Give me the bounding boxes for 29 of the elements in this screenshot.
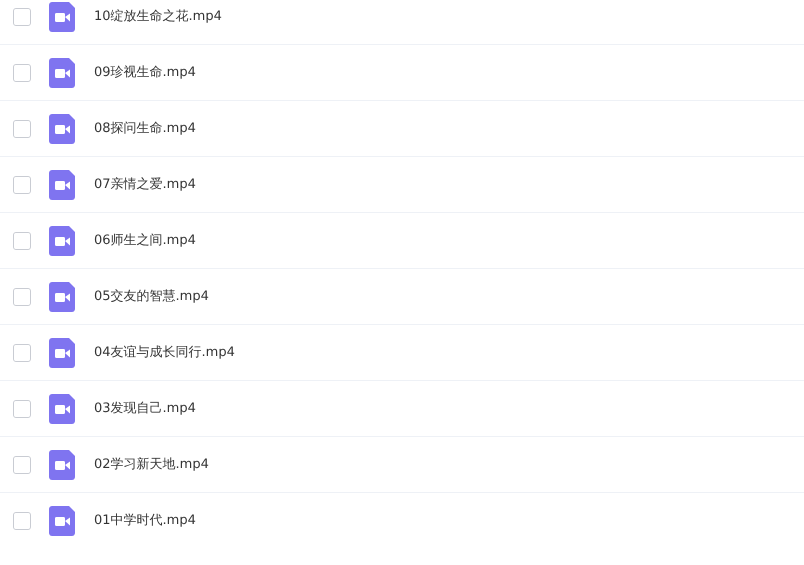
video-file-icon: [49, 506, 75, 536]
file-name[interactable]: 02学习新天地.mp4: [94, 454, 209, 474]
checkbox[interactable]: [13, 176, 31, 194]
checkbox[interactable]: [13, 232, 31, 250]
checkbox[interactable]: [13, 120, 31, 138]
file-name[interactable]: 08探问生命.mp4: [94, 118, 196, 138]
checkbox[interactable]: [13, 64, 31, 82]
file-name[interactable]: 04友谊与成长同行.mp4: [94, 342, 235, 362]
video-file-icon: [49, 338, 75, 368]
file-name[interactable]: 10绽放生命之花.mp4: [94, 6, 222, 26]
video-file-icon: [49, 394, 75, 424]
video-file-icon: [49, 450, 75, 480]
file-name[interactable]: 06师生之间.mp4: [94, 230, 196, 250]
video-file-icon: [49, 282, 75, 312]
checkbox[interactable]: [13, 288, 31, 306]
checkbox[interactable]: [13, 456, 31, 474]
video-file-icon: [49, 170, 75, 200]
file-name[interactable]: 05交友的智慧.mp4: [94, 286, 209, 306]
checkbox[interactable]: [13, 512, 31, 530]
file-name[interactable]: 01中学时代.mp4: [94, 511, 196, 531]
video-file-icon: [49, 58, 75, 88]
checkbox[interactable]: [13, 8, 31, 26]
video-file-icon: [49, 114, 75, 144]
file-name[interactable]: 09珍视生命.mp4: [94, 62, 196, 82]
checkbox[interactable]: [13, 400, 31, 418]
video-file-icon: [49, 226, 75, 256]
checkbox[interactable]: [13, 344, 31, 362]
file-name[interactable]: 07亲情之爱.mp4: [94, 174, 196, 194]
file-name[interactable]: 03发现自己.mp4: [94, 398, 196, 418]
